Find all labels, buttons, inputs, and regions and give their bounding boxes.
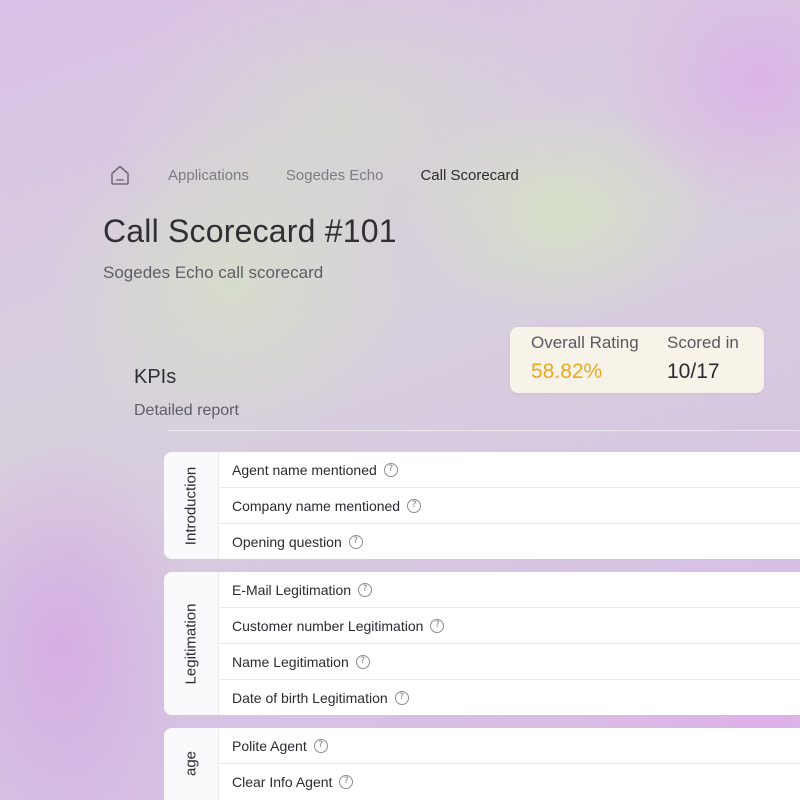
breadcrumb-applications[interactable]: Applications [168,167,249,184]
group-label: Introduction [182,466,200,545]
group-items: Agent name mentioned ? Company name ment… [219,452,800,559]
kpi-label: Opening question [232,533,342,550]
kpi-label: Customer number Legitimation [232,617,424,634]
page-subtitle: Sogedes Echo call scorecard [103,263,324,282]
kpi-row: Polite Agent ? [219,728,800,764]
scored-in-value: 10/17 [667,360,720,383]
kpi-row: Name Legitimation ? [219,644,800,680]
group-items: E-Mail Legitimation ? Customer number Le… [219,572,800,715]
scored-in-label: Scored in [667,333,739,352]
kpi-group-introduction: Introduction Agent name mentioned ? Comp… [164,452,800,559]
question-circle-icon[interactable]: ? [313,738,328,753]
kpi-row: Opening question ? [219,524,800,559]
question-circle-icon[interactable]: ? [407,498,422,513]
group-label-column: Legitimation [164,572,219,715]
kpi-label: Polite Agent [232,737,307,754]
question-circle-icon[interactable]: ? [383,462,398,477]
home-icon[interactable] [107,162,133,188]
group-label: age [182,750,200,777]
question-circle-icon[interactable]: ? [339,774,354,789]
kpi-subheading: Detailed report [134,402,239,419]
question-circle-icon[interactable]: ? [355,654,370,669]
overall-rating-value: 58.82% [531,360,603,383]
page-title: Call Scorecard #101 [103,213,397,249]
kpi-label: Name Legitimation [232,653,349,670]
group-label-column: age [164,728,219,800]
kpi-label: E-Mail Legitimation [232,581,352,598]
overall-rating-stat: Overall Rating 58.82% [531,333,639,384]
group-label: Legitimation [182,603,200,684]
kpi-label: Clear Info Agent [232,773,333,790]
kpi-group-behavior: age Polite Agent ? Clear Info Agent ? [164,728,800,800]
question-circle-icon[interactable]: ? [348,534,363,549]
breadcrumb-current: Call Scorecard [420,166,519,184]
kpi-group-legitimation: Legitimation E-Mail Legitimation ? Custo… [164,572,800,715]
score-summary-card: Overall Rating 58.82% Scored in 10/17 [510,327,764,393]
kpi-row: Date of birth Legitimation ? [219,680,800,715]
question-circle-icon[interactable]: ? [394,690,409,705]
kpi-row: E-Mail Legitimation ? [219,572,800,608]
kpi-label: Company name mentioned [232,497,401,514]
section-divider [167,430,800,431]
kpi-label: Agent name mentioned [232,461,377,478]
group-items: Polite Agent ? Clear Info Agent ? [219,728,800,800]
kpi-label: Date of birth Legitimation [232,689,388,706]
kpi-row: Clear Info Agent ? [219,764,800,799]
breadcrumb: Applications Sogedes Echo Call Scorecard [107,160,519,190]
kpi-row: Customer number Legitimation ? [219,608,800,644]
scored-in-stat: Scored in 10/17 [667,333,739,384]
kpi-heading: KPIs [134,366,177,388]
question-circle-icon[interactable]: ? [430,618,445,633]
overall-rating-label: Overall Rating [531,333,639,352]
group-label-column: Introduction [164,452,219,559]
kpi-row: Agent name mentioned ? [219,452,800,488]
kpi-row: Company name mentioned ? [219,488,800,524]
breadcrumb-sogedes-echo[interactable]: Sogedes Echo [286,167,384,184]
question-circle-icon[interactable]: ? [358,582,373,597]
